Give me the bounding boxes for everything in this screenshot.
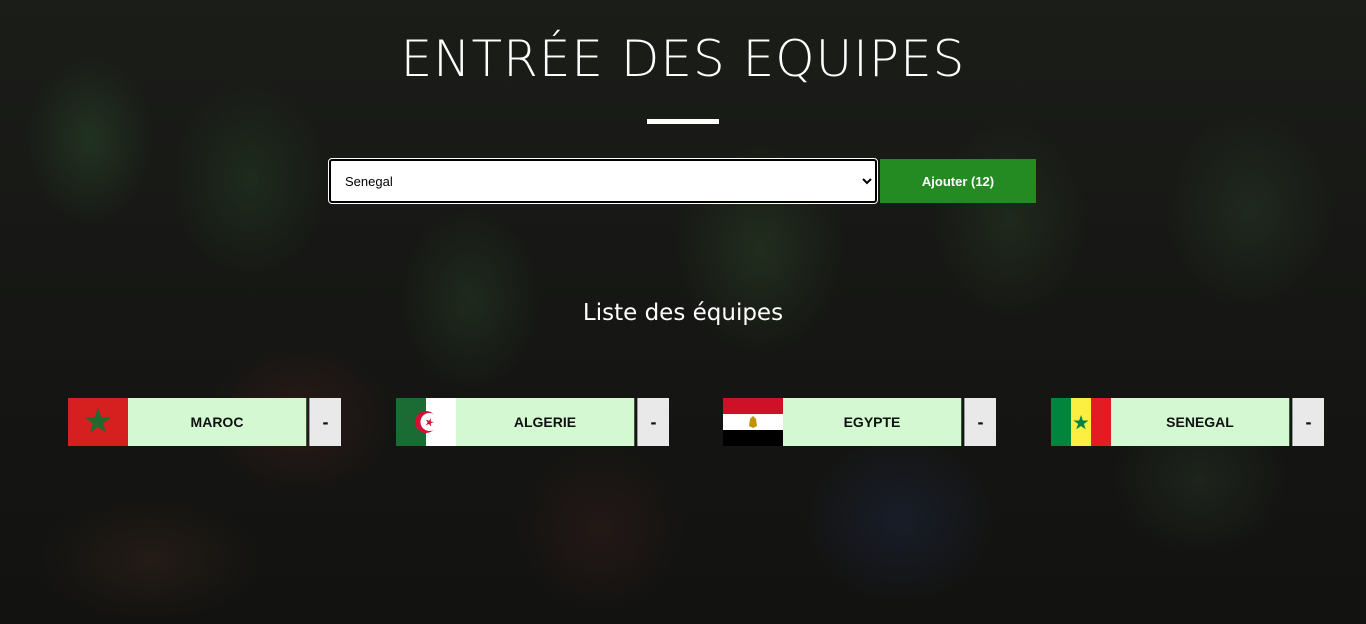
team-select[interactable]: Senegal (328, 158, 878, 204)
senegal-flag-icon (1051, 398, 1111, 446)
team-card-algerie: ALGERIE - (396, 398, 669, 446)
remove-team-button[interactable]: - (637, 398, 669, 446)
remove-team-button[interactable]: - (1292, 398, 1324, 446)
team-name: MAROC (128, 398, 307, 446)
page-title: ENTRÉE DES EQUIPES (400, 30, 966, 88)
morocco-flag-icon (68, 398, 128, 446)
remove-team-button[interactable]: - (964, 398, 996, 446)
team-card-maroc: MAROC - (68, 398, 341, 446)
team-card-egypte: EGYPTE - (723, 398, 996, 446)
remove-team-button[interactable]: - (309, 398, 341, 446)
title-underline (647, 119, 719, 124)
algeria-flag-icon (396, 398, 456, 446)
team-name: SENEGAL (1111, 398, 1290, 446)
page-content: ENTRÉE DES EQUIPES Senegal Ajouter (12) … (0, 0, 1366, 624)
add-team-button[interactable]: Ajouter (12) (880, 159, 1036, 203)
team-list-title: Liste des équipes (582, 300, 784, 326)
team-name: EGYPTE (783, 398, 962, 446)
team-card-senegal: SENEGAL - (1051, 398, 1324, 446)
team-name: ALGERIE (456, 398, 635, 446)
egypt-flag-icon (723, 398, 783, 446)
